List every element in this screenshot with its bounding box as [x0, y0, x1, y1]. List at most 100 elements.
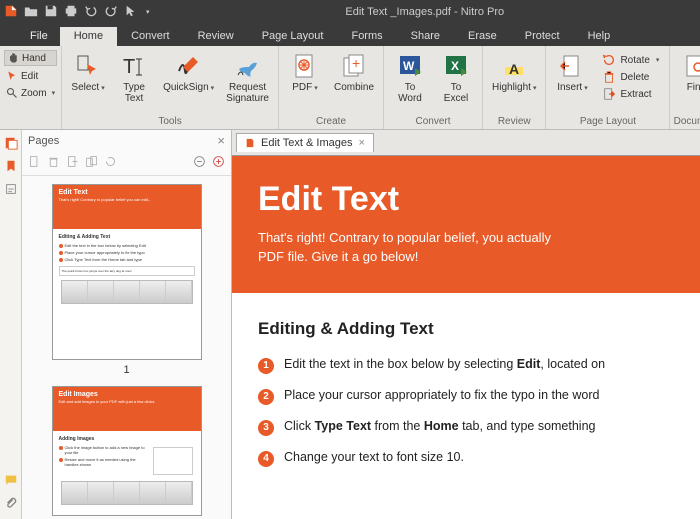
page-thumbnail-1[interactable]: Edit TextThat's right! Contrary to popul…: [52, 184, 202, 360]
thumbnails-container[interactable]: Edit TextThat's right! Contrary to popul…: [22, 176, 231, 519]
ribbon-group-convert: WTo Word XTo Excel Convert: [384, 46, 483, 129]
edit-tool[interactable]: Edit: [4, 69, 57, 83]
attachments-icon[interactable]: [4, 496, 18, 513]
redo-icon[interactable]: [104, 4, 118, 21]
svg-text:T: T: [123, 56, 135, 78]
thumb-new-icon[interactable]: [28, 155, 41, 171]
step-number-icon: 4: [258, 451, 274, 467]
open-icon[interactable]: [24, 4, 38, 21]
pdf-button[interactable]: PDF▾: [285, 50, 325, 95]
pdf-file-icon: [245, 138, 255, 148]
window-title: Edit Text _Images.pdf - Nitro Pro: [154, 6, 696, 18]
step-number-icon: 2: [258, 389, 274, 405]
svg-text:+: +: [352, 55, 360, 71]
app-icon: [4, 4, 18, 21]
pages-panel-icon[interactable]: [4, 136, 18, 153]
group-label-pagelayout: Page Layout: [546, 116, 669, 129]
select-button[interactable]: Select▾: [68, 50, 108, 95]
section-heading: Editing & Adding Text: [258, 319, 674, 339]
document-tabs: Edit Text & Images ×: [232, 130, 700, 156]
hero-title: Edit Text: [258, 180, 674, 219]
document-content: Editing & Adding Text 1Edit the text in …: [232, 293, 700, 507]
ribbon-group-review: AHighlight▾ Review: [483, 46, 546, 129]
thumb-delete-icon[interactable]: [47, 155, 60, 171]
delete-button[interactable]: Delete: [600, 69, 661, 85]
svg-text:A: A: [509, 61, 519, 77]
tab-share[interactable]: Share: [397, 27, 454, 46]
print-icon[interactable]: [64, 4, 78, 21]
step-number-icon: 1: [258, 358, 274, 374]
group-label-review: Review: [483, 116, 545, 129]
combine-button[interactable]: +Combine: [331, 50, 377, 95]
tab-help[interactable]: Help: [574, 27, 625, 46]
tab-page-layout[interactable]: Page Layout: [248, 27, 338, 46]
group-label-convert: Convert: [384, 116, 482, 129]
zoom-in-icon[interactable]: [212, 155, 225, 171]
tab-home[interactable]: Home: [60, 27, 117, 46]
hero-body: That's right! Contrary to popular belief…: [258, 229, 674, 267]
close-icon[interactable]: ×: [217, 133, 225, 148]
ribbon-view-tools: Hand Edit Zoom▾: [0, 46, 62, 129]
menu-tabs: File Home Convert Review Page Layout For…: [0, 24, 700, 46]
pages-panel-title: Pages: [28, 135, 59, 147]
save-icon[interactable]: [44, 4, 58, 21]
tab-forms[interactable]: Forms: [337, 27, 396, 46]
ribbon-group-tools: Select▾ TType Text QuickSign▾ Request Si…: [62, 46, 279, 129]
rotate-button[interactable]: Rotate▾: [600, 52, 661, 68]
left-nav-strip: [0, 130, 22, 519]
list-item: 3Click Type Text from the Home tab, and …: [258, 419, 674, 436]
tab-convert[interactable]: Convert: [117, 27, 184, 46]
steps-list: 1Edit the text in the box below by selec…: [258, 357, 674, 467]
file-menu[interactable]: File: [18, 26, 60, 46]
pages-toolbar: [22, 151, 231, 176]
type-text-button[interactable]: TType Text: [114, 50, 154, 106]
highlight-button[interactable]: AHighlight▾: [489, 50, 539, 95]
zoom-out-icon[interactable]: [193, 155, 206, 171]
find-button[interactable]: Find: [676, 50, 700, 95]
request-signature-button[interactable]: Request Signature: [223, 50, 272, 106]
document-tab[interactable]: Edit Text & Images ×: [236, 133, 374, 152]
thumb-replace-icon[interactable]: [85, 155, 98, 171]
list-item: 4Change your text to font size 10.: [258, 450, 674, 467]
hero-banner: Edit Text That's right! Contrary to popu…: [232, 156, 700, 293]
comments-icon[interactable]: [4, 473, 18, 490]
thumb-extract-icon[interactable]: [66, 155, 79, 171]
bookmarks-icon[interactable]: [4, 159, 18, 176]
hand-tool[interactable]: Hand: [4, 50, 57, 66]
chevron-down-icon: ▾: [52, 89, 56, 97]
to-word-button[interactable]: WTo Word: [390, 50, 430, 106]
ribbon-group-document: Find Document: [670, 46, 700, 129]
ribbon-group-create: PDF▾ +Combine Create: [279, 46, 384, 129]
page-number-1: 1: [30, 364, 223, 376]
tab-protect[interactable]: Protect: [511, 27, 574, 46]
document-page[interactable]: Edit Text That's right! Contrary to popu…: [232, 156, 700, 519]
document-tab-title: Edit Text & Images: [261, 137, 353, 149]
undo-icon[interactable]: [84, 4, 98, 21]
to-excel-button[interactable]: XTo Excel: [436, 50, 476, 106]
tab-erase[interactable]: Erase: [454, 27, 511, 46]
page-thumbnail-2[interactable]: Edit ImagesEdit and add images in your P…: [52, 386, 202, 516]
list-item: 1Edit the text in the box below by selec…: [258, 357, 674, 374]
qat-dropdown-icon[interactable]: ▾: [146, 8, 150, 16]
list-item: 2Place your cursor appropriately to fix …: [258, 388, 674, 405]
ribbon-group-pagelayout: Insert▾ Rotate▾ Delete Extract Page Layo…: [546, 46, 670, 129]
step-number-icon: 3: [258, 420, 274, 436]
thumb-rotate-icon[interactable]: [104, 155, 117, 171]
group-label-tools: Tools: [62, 116, 278, 129]
extract-button[interactable]: Extract: [600, 86, 661, 102]
zoom-tool[interactable]: Zoom▾: [4, 86, 57, 100]
document-area: Edit Text & Images × Edit Text That's ri…: [232, 130, 700, 519]
group-label-document: Document: [670, 116, 700, 129]
insert-button[interactable]: Insert▾: [552, 50, 592, 95]
svg-text:W: W: [403, 59, 415, 73]
quicksign-button[interactable]: QuickSign▾: [160, 50, 217, 95]
tab-review[interactable]: Review: [184, 27, 248, 46]
svg-text:X: X: [451, 59, 459, 73]
tab-close-icon[interactable]: ×: [359, 137, 365, 149]
title-bar: ▾ Edit Text _Images.pdf - Nitro Pro: [0, 0, 700, 24]
quick-access-toolbar: ▾: [4, 4, 150, 21]
cursor-icon[interactable]: [124, 4, 138, 21]
group-label-create: Create: [279, 116, 383, 129]
ribbon: Hand Edit Zoom▾ Select▾ TType Text Quick…: [0, 46, 700, 130]
signatures-icon[interactable]: [4, 182, 18, 199]
